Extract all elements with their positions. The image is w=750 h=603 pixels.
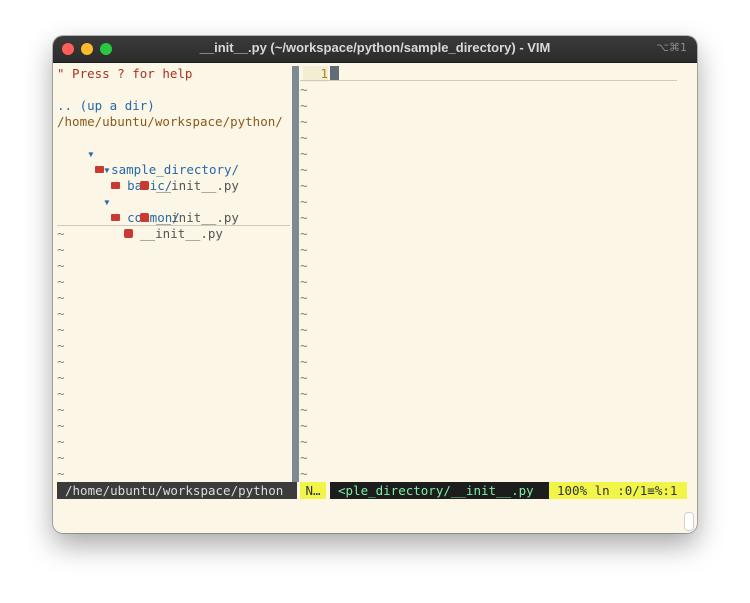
statusline-filename: <ple_directory/__init__.py <box>330 482 557 499</box>
help-line: " Press ? for help <box>57 66 193 81</box>
empty-line-tilde: ~ <box>57 242 65 257</box>
empty-line-tilde: ~ <box>300 146 308 161</box>
empty-line-tilde: ~ <box>300 82 308 97</box>
empty-line-tilde: ~ <box>300 130 308 145</box>
empty-line-tilde: ~ <box>57 434 65 449</box>
vim-window: __init__.py (~/workspace/python/sample_d… <box>53 36 697 533</box>
empty-line-tilde: ~ <box>300 258 308 273</box>
empty-line-tilde: ~ <box>300 306 308 321</box>
window-title: __init__.py (~/workspace/python/sample_d… <box>199 40 551 55</box>
empty-line-tilde: ~ <box>57 226 65 241</box>
empty-line-tilde: ~ <box>57 450 65 465</box>
statusline-position: 100% ln :0/1≡%:1 <box>549 482 687 499</box>
empty-line-tilde: ~ <box>300 418 308 433</box>
empty-line-tilde: ~ <box>300 370 308 385</box>
empty-line-tilde: ~ <box>300 194 308 209</box>
empty-line-tilde: ~ <box>300 322 308 337</box>
empty-line-tilde: ~ <box>57 258 65 273</box>
text-cursor <box>330 66 339 80</box>
empty-line-tilde: ~ <box>300 290 308 305</box>
titlebar: __init__.py (~/workspace/python/sample_d… <box>53 36 697 63</box>
empty-line-tilde: ~ <box>57 290 65 305</box>
empty-line-tilde: ~ <box>300 386 308 401</box>
split-divider[interactable] <box>292 66 299 482</box>
empty-line-tilde: ~ <box>57 274 65 289</box>
empty-line-tilde: ~ <box>300 434 308 449</box>
python-file-icon <box>124 229 134 238</box>
cursorline <box>57 225 290 226</box>
resize-handle[interactable] <box>684 512 694 531</box>
empty-line-tilde: ~ <box>300 338 308 353</box>
empty-line-tilde: ~ <box>300 178 308 193</box>
mode-indicator: N… <box>300 482 326 499</box>
empty-line-tilde: ~ <box>300 210 308 225</box>
empty-line-tilde: ~ <box>57 466 65 481</box>
empty-line-tilde: ~ <box>300 450 308 465</box>
empty-line-tilde: ~ <box>57 306 65 321</box>
empty-line-tilde: ~ <box>57 386 65 401</box>
empty-line-tilde: ~ <box>300 162 308 177</box>
cursorline <box>300 80 677 81</box>
empty-line-tilde: ~ <box>300 114 308 129</box>
empty-line-tilde: ~ <box>57 370 65 385</box>
empty-line-tilde: ~ <box>57 402 65 417</box>
empty-line-tilde: ~ <box>57 418 65 433</box>
tree-root-path[interactable]: /home/ubuntu/workspace/python/ <box>57 114 283 130</box>
empty-line-tilde: ~ <box>57 338 65 353</box>
nerdtree-statusline: /home/ubuntu/workspace/python <box>57 482 297 499</box>
empty-line-tilde: ~ <box>300 226 308 241</box>
empty-line-tilde: ~ <box>300 354 308 369</box>
empty-line-tilde: ~ <box>57 354 65 369</box>
window-shortcut: ⌥⌘1 <box>656 41 687 54</box>
tree-node-root-init[interactable]: __init__.py <box>94 210 223 258</box>
empty-line-tilde: ~ <box>300 242 308 257</box>
tree-node-label: __init__.py <box>140 226 223 241</box>
empty-line-tilde: ~ <box>300 98 308 113</box>
up-dir-link[interactable]: .. (up a dir) <box>57 98 155 114</box>
empty-line-tilde: ~ <box>300 402 308 417</box>
empty-line-tilde: ~ <box>300 466 308 481</box>
empty-line-tilde: ~ <box>57 322 65 337</box>
empty-line-tilde: ~ <box>300 274 308 289</box>
